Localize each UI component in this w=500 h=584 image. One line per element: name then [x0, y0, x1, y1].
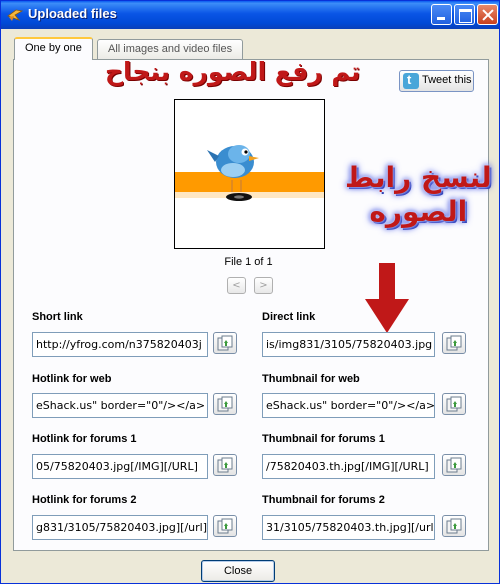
- hotlink-forums-2-field[interactable]: g831/3105/75820403.jpg][/url]: [32, 515, 208, 540]
- copy-short-link-button[interactable]: [213, 332, 237, 354]
- copy-icon: [446, 335, 462, 351]
- copy-icon: [446, 518, 462, 534]
- copy-icon: [217, 335, 233, 351]
- thumbnail-forums-2-field[interactable]: 31/3105/75820403.th.jpg][/url]: [262, 515, 435, 540]
- hotlink-web-field[interactable]: eShack.us" border="0"/></a>: [32, 393, 208, 418]
- tab-one-by-one[interactable]: One by one: [14, 37, 93, 60]
- hotlink-forums-2-label: Hotlink for forums 2: [32, 494, 137, 506]
- file-counter: File 1 of 1: [224, 256, 273, 268]
- direct-link-label: Direct link: [262, 311, 316, 323]
- upload-success-text: تم رفع الصوره بنجاح: [105, 57, 361, 86]
- copy-link-hint-line2: الصوره: [369, 195, 468, 228]
- next-file-button[interactable]: >: [254, 277, 273, 294]
- hotlink-forums-1-label: Hotlink for forums 1: [32, 433, 137, 445]
- copy-link-hint-text: لنسخ رابط الصوره: [345, 161, 492, 229]
- bird-thumbnail-image: [175, 100, 324, 248]
- copy-icon: [217, 396, 233, 412]
- copy-icon: [217, 518, 233, 534]
- maximize-button[interactable]: [454, 4, 475, 25]
- copy-hotlink-forums-2-button[interactable]: [213, 515, 237, 537]
- tweet-this-label: Tweet this: [422, 74, 472, 86]
- thumbnail-forums-1-label: Thumbnail for forums 1: [262, 433, 385, 445]
- copy-direct-link-button[interactable]: [442, 332, 466, 354]
- copy-icon: [446, 457, 462, 473]
- copy-icon: [217, 457, 233, 473]
- image-preview: [174, 99, 325, 249]
- copy-thumbnail-forums-2-button[interactable]: [442, 515, 466, 537]
- close-window-button[interactable]: [477, 4, 498, 25]
- short-link-field[interactable]: http://yfrog.com/n375820403j: [32, 332, 208, 357]
- app-icon: [7, 9, 23, 21]
- title-bar[interactable]: Uploaded files: [1, 1, 499, 29]
- tab-all-images-and-video[interactable]: All images and video files: [97, 39, 244, 59]
- minimize-button[interactable]: [431, 4, 452, 25]
- thumbnail-web-label: Thumbnail for web: [262, 373, 360, 385]
- thumbnail-forums-1-field[interactable]: /75820403.th.jpg[/IMG][/URL]: [262, 454, 435, 479]
- tweet-this-button[interactable]: Tweet this: [399, 70, 474, 92]
- close-button[interactable]: Close: [201, 560, 275, 582]
- twitter-icon: [403, 72, 419, 89]
- copy-hotlink-web-button[interactable]: [213, 393, 237, 415]
- copy-hotlink-forums-1-button[interactable]: [213, 454, 237, 476]
- previous-file-button[interactable]: <: [227, 277, 246, 294]
- direct-link-field[interactable]: is/img831/3105/75820403.jpg: [262, 332, 435, 357]
- short-link-label: Short link: [32, 311, 83, 323]
- window-title: Uploaded files: [28, 6, 117, 21]
- hotlink-web-label: Hotlink for web: [32, 373, 112, 385]
- down-arrow-icon: [365, 263, 409, 333]
- hotlink-forums-1-field[interactable]: 05/75820403.jpg[/IMG][/URL]: [32, 454, 208, 479]
- thumbnail-forums-2-label: Thumbnail for forums 2: [262, 494, 385, 506]
- copy-icon: [446, 396, 462, 412]
- copy-link-hint-line1: لنسخ رابط: [345, 161, 492, 194]
- thumbnail-web-field[interactable]: eShack.us" border="0"/></a>: [262, 393, 435, 418]
- uploaded-files-window: Uploaded files One by one All images and…: [0, 0, 500, 584]
- copy-thumbnail-web-button[interactable]: [442, 393, 466, 415]
- copy-thumbnail-forums-1-button[interactable]: [442, 454, 466, 476]
